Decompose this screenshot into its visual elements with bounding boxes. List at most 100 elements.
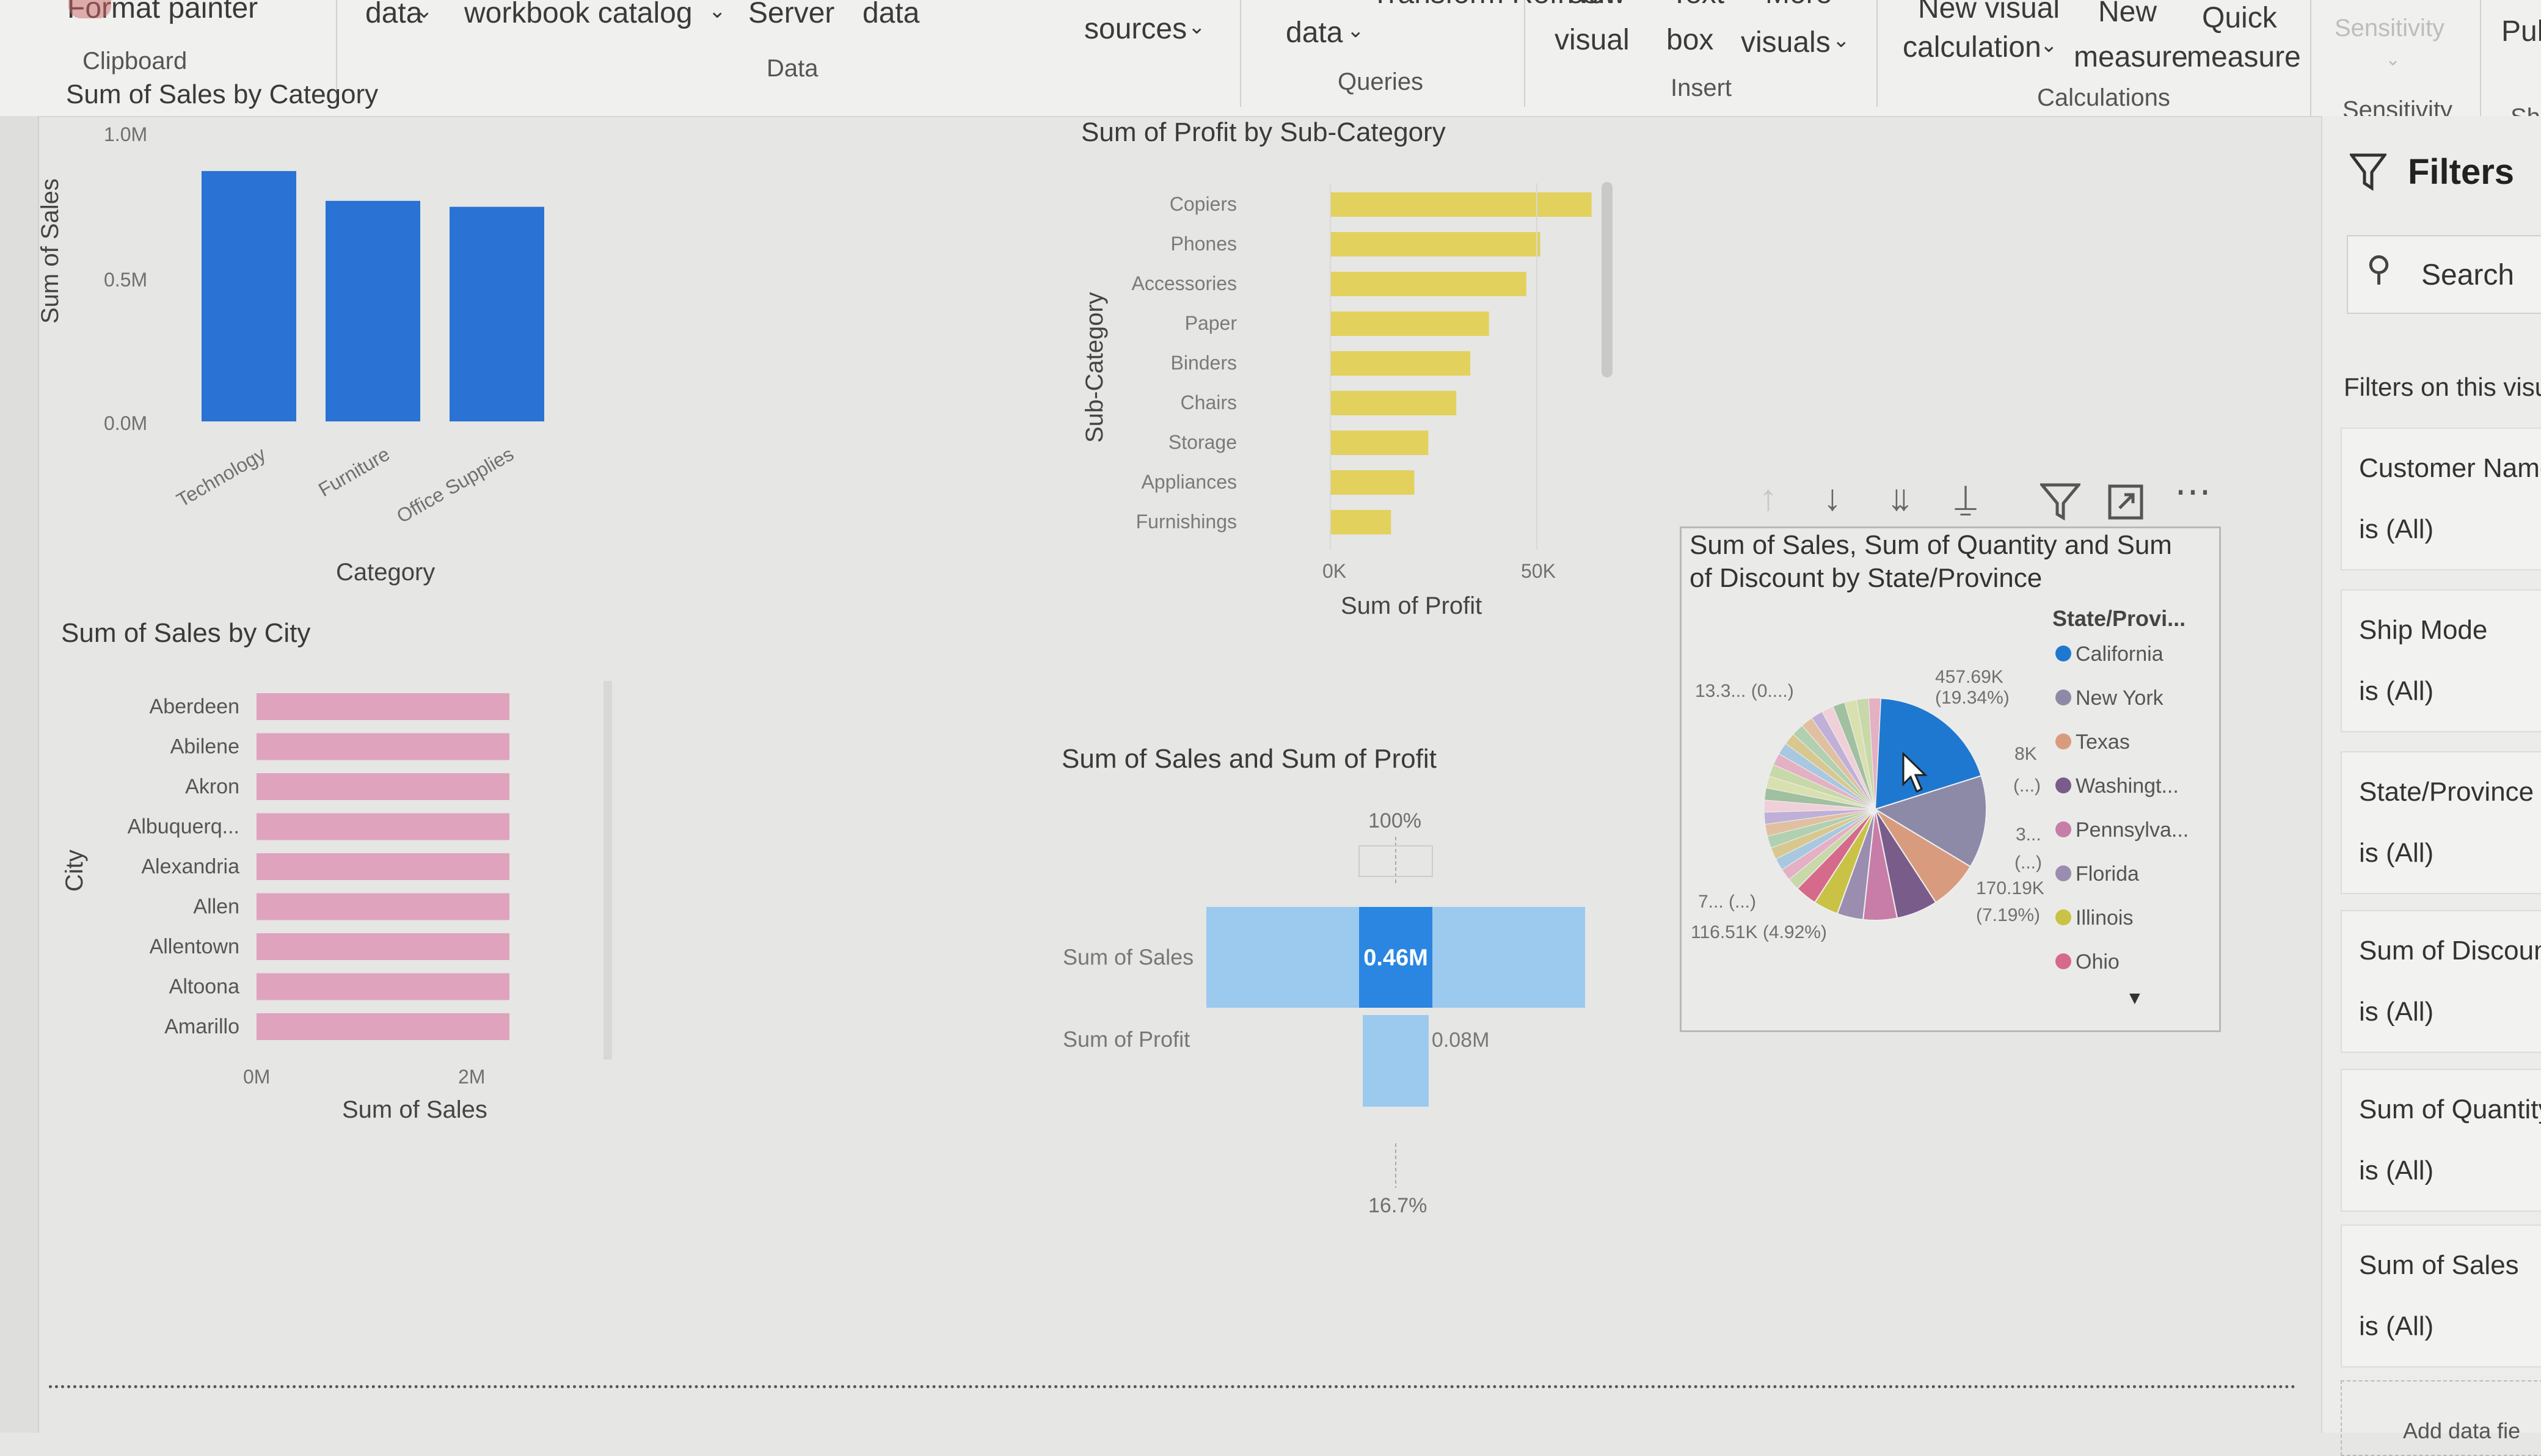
x-tick-label: Office Supplies: [393, 443, 517, 527]
y-tick-label: Storage: [1168, 431, 1237, 453]
filter-card-sum-of-sales[interactable]: Sum of Sales is (All): [2341, 1225, 2541, 1367]
recent-sources-button[interactable]: sources: [1084, 12, 1187, 46]
filter-card-sum-of-quantity[interactable]: Sum of Quantity is (All): [2341, 1069, 2541, 1212]
filter-card-customer-name[interactable]: Customer Name is (All): [2341, 428, 2541, 570]
add-data-fields-dropzone[interactable]: Add data fie: [2341, 1380, 2541, 1456]
chevron-down-icon[interactable]: ⌄: [1832, 28, 1850, 53]
legend-item: Pennsylva...: [2076, 818, 2189, 842]
pie-data-label: 116.51K (4.92%): [1691, 922, 1827, 942]
excel-workbook-button[interactable]: workbook catalog: [464, 0, 693, 30]
pie-data-label: 13.3... (0....): [1695, 681, 1794, 701]
filter-field-value: is (All): [2359, 1311, 2434, 1341]
chevron-down-icon[interactable]: ⌄: [1347, 18, 1365, 43]
y-tick-label: Amarillo: [164, 1015, 239, 1038]
legend-item: Illinois: [2076, 906, 2133, 930]
y-tick-label: Appliances: [1141, 471, 1237, 493]
legend-item: New York: [2076, 686, 2164, 710]
filter-card-sum-of-discount[interactable]: Sum of Discount is (All): [2341, 910, 2541, 1053]
city-bar: [257, 973, 509, 1000]
quick-measure-label-top[interactable]: Quick: [2202, 1, 2277, 35]
y-tick-label: Binders: [1171, 352, 1238, 374]
new-visual-label-top[interactable]: New: [1567, 0, 1625, 10]
text-box-button[interactable]: box: [1666, 23, 1713, 57]
funnel-chart: 0.46M Sum of Sales 0.08M Sum of Profit: [1063, 837, 1585, 1188]
y-tick-label: Paper: [1185, 312, 1238, 334]
visual-sales-and-profit-funnel[interactable]: Sum of Sales and Sum of Profit 100% 0.46…: [1038, 733, 1649, 1246]
scrollbar[interactable]: [1602, 182, 1613, 377]
chevron-down-icon[interactable]: ⌄: [415, 0, 433, 23]
text-box-label-top[interactable]: Text: [1671, 0, 1724, 10]
filter-field-name: Sum of Quantity: [2359, 1094, 2541, 1124]
chevron-down-icon[interactable]: ⌄: [709, 0, 726, 23]
filter-field-value: is (All): [2359, 514, 2434, 544]
chevron-down-icon[interactable]: ⌄: [1188, 15, 1206, 39]
y-tick-label: Copiers: [1170, 193, 1237, 215]
subcategory-bar-chart: Copiers Phones Accessories Paper Binders Chai…: [1132, 183, 1592, 550]
quick-measure-button[interactable]: measure: [2187, 40, 2301, 74]
new-visual-calculation-button[interactable]: calculation: [1903, 31, 2041, 64]
visual-sales-by-city[interactable]: Sum of Sales by City Aberdeen Abilene Akro…: [49, 611, 629, 1148]
sql-server-button[interactable]: Server: [748, 0, 834, 30]
chevron-down-icon[interactable]: ⌄: [2040, 33, 2058, 57]
x-axis-label: Sum of Sales: [342, 1096, 487, 1123]
publish-button[interactable]: Pub: [2501, 15, 2541, 48]
chevron-down-icon[interactable]: ⌄: [2385, 49, 2401, 70]
pie-chart: California New York Texas Washingt... Pennsy…: [1763, 642, 2189, 974]
legend-item: Washingt...: [2076, 774, 2179, 798]
legend-marker: [2055, 909, 2071, 925]
y-axis-label: Sub-Category: [1081, 292, 1108, 443]
filter-card-ship-mode[interactable]: Ship Mode is (All): [2341, 589, 2541, 732]
subcategory-bar: [1330, 391, 1457, 415]
filter-field-name: Ship Mode: [2359, 615, 2488, 645]
y-tick-label: Alexandria: [141, 855, 239, 878]
legend-marker: [2055, 865, 2071, 881]
new-visual-button[interactable]: visual: [1555, 23, 1630, 57]
ribbon-group-insert: Insert: [1671, 75, 1732, 101]
legend-marker: [2055, 690, 2071, 705]
get-data-button[interactable]: data: [365, 0, 422, 30]
legend-marker: [2055, 821, 2071, 837]
visual-sales-by-category[interactable]: Sum of Sales by Category Technology Furni…: [37, 79, 605, 599]
legend-item: Florida: [2076, 862, 2139, 886]
subcategory-bar: [1330, 272, 1526, 296]
pie-data-label: (...): [2014, 853, 2042, 873]
sensitivity-button[interactable]: Sensitivity: [2335, 15, 2444, 42]
transform-data-button[interactable]: data: [1286, 16, 1343, 49]
legend-scroll-down-icon[interactable]: ▼: [2126, 988, 2144, 1009]
add-data-fields-label: Add data fie: [2403, 1418, 2521, 1443]
new-visual-calculation-label-top[interactable]: New visual: [1918, 0, 2060, 25]
visual-profit-by-subcategory[interactable]: Sum of Profit by Sub-Category Copiers Pho…: [1063, 110, 1625, 635]
y-tick: 1.0M: [104, 123, 148, 145]
y-tick-label: Allen: [193, 895, 239, 919]
new-measure-button[interactable]: measure: [2074, 40, 2188, 74]
pie-data-label: 170.19K: [1976, 878, 2044, 898]
visual-pie-by-state[interactable]: ↑ ↓ ↓↓ ⍊ ⋯ Sum of Sales, Sum of Quantity…: [1680, 470, 2221, 1032]
scrollbar[interactable]: [603, 681, 612, 1060]
filter-field-value: is (All): [2359, 838, 2434, 868]
subcategory-bar: [1330, 431, 1429, 455]
filter-field-name: Customer Name: [2359, 453, 2541, 483]
enter-data-button[interactable]: data: [862, 0, 919, 30]
filter-card-state-province[interactable]: State/Province is (All): [2341, 751, 2541, 894]
subcategory-bar: [1330, 192, 1592, 217]
more-visuals-label-top[interactable]: More: [1765, 0, 1832, 10]
pie-data-label: 457.69K: [1935, 667, 2003, 687]
y-axis-label: City: [61, 850, 88, 892]
filters-search-input[interactable]: ⚲ Search: [2347, 235, 2541, 314]
page-boundary-divider: [49, 1385, 2297, 1388]
x-tick: 2M: [458, 1066, 486, 1088]
filters-section-label: Filters on this visu: [2344, 373, 2541, 401]
x-tick-label: Furniture: [315, 443, 393, 501]
city-bar: [257, 893, 509, 920]
subcategory-bar: [1330, 510, 1391, 534]
category-bar-chart: Technology Furniture Office Supplies: [173, 171, 544, 527]
more-visuals-button[interactable]: visuals: [1741, 26, 1831, 59]
y-tick-label: Furnishings: [1136, 511, 1237, 533]
new-measure-label-top[interactable]: New: [2098, 0, 2157, 29]
city-bar: [257, 693, 509, 720]
category-bar: [450, 206, 544, 421]
city-bar: [257, 773, 509, 800]
percent-label-bottom: 16.7%: [1368, 1194, 1427, 1217]
ribbon-group-data: Data: [767, 55, 818, 82]
ribbon-divider: [2480, 0, 2481, 116]
